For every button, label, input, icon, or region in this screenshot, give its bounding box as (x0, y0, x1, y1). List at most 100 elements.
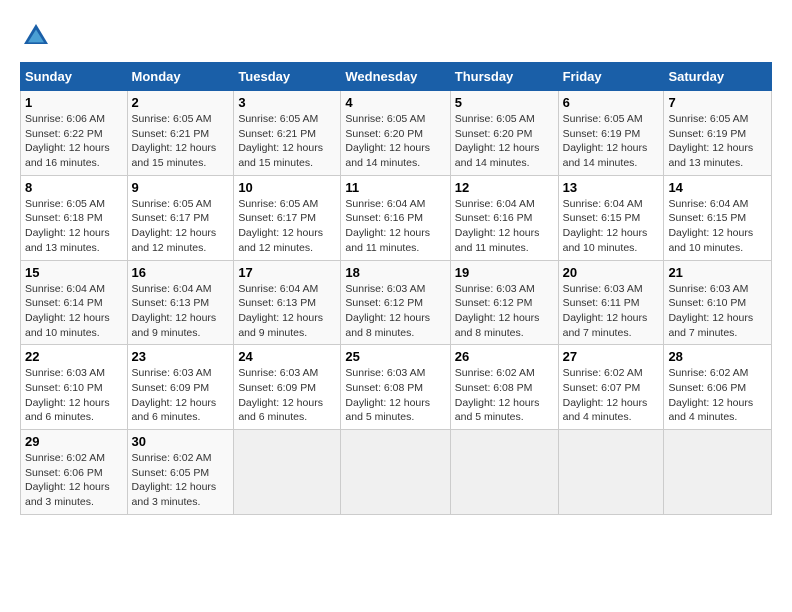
day-number: 1 (25, 95, 123, 110)
day-info: Sunrise: 6:05 AM Sunset: 6:19 PM Dayligh… (668, 112, 767, 171)
day-info: Sunrise: 6:03 AM Sunset: 6:11 PM Dayligh… (563, 282, 660, 341)
day-number: 8 (25, 180, 123, 195)
calendar-cell: 8 Sunrise: 6:05 AM Sunset: 6:18 PM Dayli… (21, 175, 128, 260)
calendar-cell: 4 Sunrise: 6:05 AM Sunset: 6:20 PM Dayli… (341, 91, 450, 176)
day-info: Sunrise: 6:02 AM Sunset: 6:07 PM Dayligh… (563, 366, 660, 425)
calendar-cell: 16 Sunrise: 6:04 AM Sunset: 6:13 PM Dayl… (127, 260, 234, 345)
calendar-cell: 6 Sunrise: 6:05 AM Sunset: 6:19 PM Dayli… (558, 91, 664, 176)
day-info: Sunrise: 6:04 AM Sunset: 6:13 PM Dayligh… (132, 282, 230, 341)
calendar-cell: 7 Sunrise: 6:05 AM Sunset: 6:19 PM Dayli… (664, 91, 772, 176)
calendar-cell: 26 Sunrise: 6:02 AM Sunset: 6:08 PM Dayl… (450, 345, 558, 430)
day-info: Sunrise: 6:02 AM Sunset: 6:08 PM Dayligh… (455, 366, 554, 425)
calendar-cell: 13 Sunrise: 6:04 AM Sunset: 6:15 PM Dayl… (558, 175, 664, 260)
day-info: Sunrise: 6:02 AM Sunset: 6:05 PM Dayligh… (132, 451, 230, 510)
page-header (20, 20, 772, 52)
day-number: 15 (25, 265, 123, 280)
calendar-cell: 17 Sunrise: 6:04 AM Sunset: 6:13 PM Dayl… (234, 260, 341, 345)
day-info: Sunrise: 6:02 AM Sunset: 6:06 PM Dayligh… (25, 451, 123, 510)
calendar-header-row: SundayMondayTuesdayWednesdayThursdayFrid… (21, 63, 772, 91)
day-number: 26 (455, 349, 554, 364)
day-number: 21 (668, 265, 767, 280)
calendar-cell: 11 Sunrise: 6:04 AM Sunset: 6:16 PM Dayl… (341, 175, 450, 260)
day-number: 14 (668, 180, 767, 195)
day-number: 10 (238, 180, 336, 195)
day-info: Sunrise: 6:04 AM Sunset: 6:15 PM Dayligh… (668, 197, 767, 256)
calendar-cell: 12 Sunrise: 6:04 AM Sunset: 6:16 PM Dayl… (450, 175, 558, 260)
col-header-monday: Monday (127, 63, 234, 91)
day-info: Sunrise: 6:04 AM Sunset: 6:14 PM Dayligh… (25, 282, 123, 341)
day-number: 20 (563, 265, 660, 280)
day-number: 16 (132, 265, 230, 280)
day-number: 12 (455, 180, 554, 195)
calendar-cell (450, 430, 558, 515)
col-header-tuesday: Tuesday (234, 63, 341, 91)
day-info: Sunrise: 6:03 AM Sunset: 6:12 PM Dayligh… (455, 282, 554, 341)
day-number: 13 (563, 180, 660, 195)
day-info: Sunrise: 6:02 AM Sunset: 6:06 PM Dayligh… (668, 366, 767, 425)
calendar-cell: 19 Sunrise: 6:03 AM Sunset: 6:12 PM Dayl… (450, 260, 558, 345)
calendar-cell: 15 Sunrise: 6:04 AM Sunset: 6:14 PM Dayl… (21, 260, 128, 345)
day-number: 17 (238, 265, 336, 280)
calendar-cell: 25 Sunrise: 6:03 AM Sunset: 6:08 PM Dayl… (341, 345, 450, 430)
day-info: Sunrise: 6:04 AM Sunset: 6:16 PM Dayligh… (345, 197, 445, 256)
col-header-thursday: Thursday (450, 63, 558, 91)
day-info: Sunrise: 6:03 AM Sunset: 6:12 PM Dayligh… (345, 282, 445, 341)
calendar-cell: 22 Sunrise: 6:03 AM Sunset: 6:10 PM Dayl… (21, 345, 128, 430)
day-info: Sunrise: 6:05 AM Sunset: 6:21 PM Dayligh… (132, 112, 230, 171)
col-header-wednesday: Wednesday (341, 63, 450, 91)
calendar-cell: 23 Sunrise: 6:03 AM Sunset: 6:09 PM Dayl… (127, 345, 234, 430)
day-number: 23 (132, 349, 230, 364)
day-info: Sunrise: 6:04 AM Sunset: 6:13 PM Dayligh… (238, 282, 336, 341)
calendar-cell (664, 430, 772, 515)
day-number: 27 (563, 349, 660, 364)
col-header-friday: Friday (558, 63, 664, 91)
calendar-cell: 20 Sunrise: 6:03 AM Sunset: 6:11 PM Dayl… (558, 260, 664, 345)
col-header-saturday: Saturday (664, 63, 772, 91)
calendar-cell: 24 Sunrise: 6:03 AM Sunset: 6:09 PM Dayl… (234, 345, 341, 430)
day-number: 24 (238, 349, 336, 364)
day-number: 11 (345, 180, 445, 195)
col-header-sunday: Sunday (21, 63, 128, 91)
day-number: 6 (563, 95, 660, 110)
calendar-cell: 10 Sunrise: 6:05 AM Sunset: 6:17 PM Dayl… (234, 175, 341, 260)
day-number: 3 (238, 95, 336, 110)
calendar-cell: 28 Sunrise: 6:02 AM Sunset: 6:06 PM Dayl… (664, 345, 772, 430)
calendar-row-1: 1 Sunrise: 6:06 AM Sunset: 6:22 PM Dayli… (21, 91, 772, 176)
calendar-cell: 1 Sunrise: 6:06 AM Sunset: 6:22 PM Dayli… (21, 91, 128, 176)
calendar-cell: 27 Sunrise: 6:02 AM Sunset: 6:07 PM Dayl… (558, 345, 664, 430)
calendar-row-2: 8 Sunrise: 6:05 AM Sunset: 6:18 PM Dayli… (21, 175, 772, 260)
day-number: 18 (345, 265, 445, 280)
calendar-row-3: 15 Sunrise: 6:04 AM Sunset: 6:14 PM Dayl… (21, 260, 772, 345)
day-number: 25 (345, 349, 445, 364)
calendar-cell (341, 430, 450, 515)
calendar-row-4: 22 Sunrise: 6:03 AM Sunset: 6:10 PM Dayl… (21, 345, 772, 430)
day-info: Sunrise: 6:05 AM Sunset: 6:17 PM Dayligh… (132, 197, 230, 256)
day-number: 9 (132, 180, 230, 195)
day-info: Sunrise: 6:03 AM Sunset: 6:09 PM Dayligh… (132, 366, 230, 425)
calendar-cell: 9 Sunrise: 6:05 AM Sunset: 6:17 PM Dayli… (127, 175, 234, 260)
day-info: Sunrise: 6:04 AM Sunset: 6:16 PM Dayligh… (455, 197, 554, 256)
day-info: Sunrise: 6:03 AM Sunset: 6:10 PM Dayligh… (25, 366, 123, 425)
calendar-cell: 30 Sunrise: 6:02 AM Sunset: 6:05 PM Dayl… (127, 430, 234, 515)
day-info: Sunrise: 6:05 AM Sunset: 6:20 PM Dayligh… (345, 112, 445, 171)
day-number: 29 (25, 434, 123, 449)
calendar-cell: 3 Sunrise: 6:05 AM Sunset: 6:21 PM Dayli… (234, 91, 341, 176)
day-info: Sunrise: 6:05 AM Sunset: 6:18 PM Dayligh… (25, 197, 123, 256)
day-number: 19 (455, 265, 554, 280)
calendar-cell: 2 Sunrise: 6:05 AM Sunset: 6:21 PM Dayli… (127, 91, 234, 176)
day-number: 4 (345, 95, 445, 110)
day-info: Sunrise: 6:05 AM Sunset: 6:21 PM Dayligh… (238, 112, 336, 171)
day-info: Sunrise: 6:05 AM Sunset: 6:20 PM Dayligh… (455, 112, 554, 171)
day-info: Sunrise: 6:06 AM Sunset: 6:22 PM Dayligh… (25, 112, 123, 171)
calendar-cell: 18 Sunrise: 6:03 AM Sunset: 6:12 PM Dayl… (341, 260, 450, 345)
day-info: Sunrise: 6:05 AM Sunset: 6:17 PM Dayligh… (238, 197, 336, 256)
logo-icon (20, 20, 52, 52)
day-number: 22 (25, 349, 123, 364)
calendar-cell (234, 430, 341, 515)
calendar-cell: 5 Sunrise: 6:05 AM Sunset: 6:20 PM Dayli… (450, 91, 558, 176)
calendar-cell: 29 Sunrise: 6:02 AM Sunset: 6:06 PM Dayl… (21, 430, 128, 515)
day-info: Sunrise: 6:03 AM Sunset: 6:10 PM Dayligh… (668, 282, 767, 341)
day-number: 5 (455, 95, 554, 110)
day-info: Sunrise: 6:03 AM Sunset: 6:08 PM Dayligh… (345, 366, 445, 425)
day-number: 28 (668, 349, 767, 364)
